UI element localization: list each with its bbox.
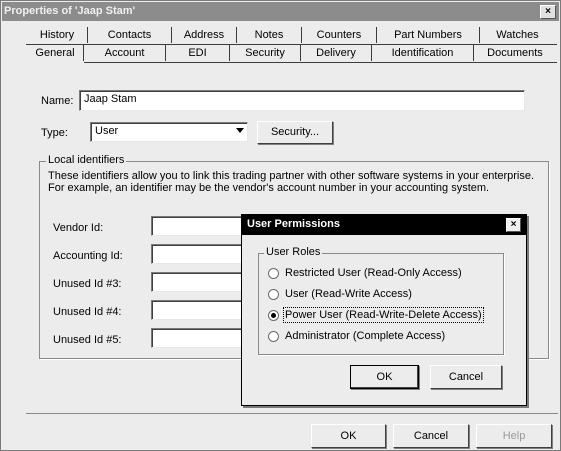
ok-button[interactable]: OK (311, 424, 386, 448)
close-icon[interactable]: × (540, 5, 556, 19)
permissions-cancel-button[interactable]: Cancel (430, 365, 502, 389)
tab-account[interactable]: Account (84, 45, 166, 61)
unused-id-3-label: Unused Id #3: (53, 278, 122, 290)
title-bar[interactable]: Properties of 'Jaap Stam' × (2, 2, 559, 21)
user-permissions-title-bar[interactable]: User Permissions × (242, 215, 526, 235)
vendor-id-input[interactable] (151, 216, 247, 236)
type-label: Type: (41, 127, 68, 139)
unused-id-3-input[interactable] (151, 272, 247, 292)
tab-content-top-border (84, 62, 557, 63)
tab-address[interactable]: Address (172, 27, 237, 43)
tab-notes[interactable]: Notes (237, 27, 302, 43)
restricted-user-label[interactable]: Restricted User (Read-Only Access) (285, 267, 462, 279)
accounting-id-input[interactable] (151, 244, 247, 264)
properties-window: Properties of 'Jaap Stam' × History Cont… (0, 0, 561, 451)
user-label[interactable]: User (Read-Write Access) (285, 288, 412, 300)
type-select-value: User (95, 125, 119, 137)
unused-id-4-label: Unused Id #4: (53, 306, 122, 318)
chevron-down-icon[interactable] (236, 128, 244, 133)
radio-power-user[interactable] (268, 310, 279, 321)
tab-edi[interactable]: EDI (166, 45, 230, 61)
power-user-label[interactable]: Power User (Read-Write-Delete Access) (283, 307, 484, 323)
name-input[interactable]: Jaap Stam (79, 90, 525, 111)
radio-user[interactable] (268, 289, 279, 300)
user-permissions-title: User Permissions (247, 218, 340, 230)
tab-counters[interactable]: Counters (302, 27, 377, 43)
administrator-label[interactable]: Administrator (Complete Access) (285, 330, 445, 342)
local-identifiers-title: Local identifiers (46, 154, 127, 166)
type-select[interactable]: User (90, 122, 248, 142)
unused-id-4-input[interactable] (151, 300, 247, 320)
window-title: Properties of 'Jaap Stam' (4, 5, 136, 17)
unused-id-5-label: Unused Id #5: (53, 334, 122, 346)
radio-restricted-user[interactable] (268, 268, 279, 279)
tab-identification[interactable]: Identification (372, 45, 474, 61)
name-label-text: Name: (41, 95, 74, 107)
user-roles-title: User Roles (264, 246, 323, 258)
footer-divider (26, 413, 558, 414)
tab-contacts[interactable]: Contacts (88, 27, 172, 43)
tab-delivery[interactable]: Delivery (301, 45, 372, 61)
tab-history[interactable]: History (27, 27, 88, 43)
name-label: Name: (41, 95, 74, 107)
help-button[interactable]: Help (476, 424, 552, 448)
tab-security[interactable]: Security (230, 45, 301, 61)
vendor-id-label: Vendor Id: (53, 222, 104, 234)
tab-watches[interactable]: Watches (480, 27, 555, 43)
tab-part-numbers[interactable]: Part Numbers (377, 27, 480, 43)
local-identifiers-description: These identifiers allow you to link this… (48, 170, 535, 194)
tab-documents[interactable]: Documents (474, 45, 556, 61)
permissions-ok-button[interactable]: OK (350, 365, 419, 389)
close-icon[interactable]: × (506, 218, 521, 232)
tab-general[interactable]: General (27, 45, 84, 61)
radio-administrator[interactable] (268, 331, 279, 342)
cancel-button[interactable]: Cancel (393, 424, 469, 448)
security-button[interactable]: Security... (257, 121, 333, 144)
unused-id-5-input[interactable] (151, 328, 247, 348)
user-permissions-dialog: User Permissions × User Roles Restricted… (241, 214, 527, 406)
accounting-id-label: Accounting Id: (53, 250, 123, 262)
